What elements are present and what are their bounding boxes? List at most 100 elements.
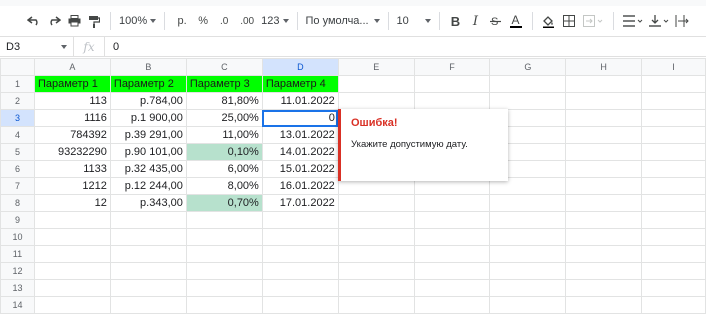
italic-button[interactable]: I	[466, 10, 486, 32]
cell[interactable]	[337, 92, 415, 110]
cell[interactable]	[337, 262, 415, 280]
cell[interactable]	[33, 279, 111, 297]
cell[interactable]	[413, 92, 491, 110]
row-header[interactable]: 11	[0, 245, 35, 263]
font-size-select[interactable]: 10	[395, 10, 433, 32]
zoom-select[interactable]: 100%	[117, 10, 158, 32]
decrease-decimal-button[interactable]: .0	[213, 10, 235, 32]
currency-format-button[interactable]: р.	[171, 10, 193, 32]
cell[interactable]	[33, 262, 111, 280]
cell[interactable]	[337, 194, 415, 212]
horizontal-align-icon[interactable]	[620, 10, 646, 32]
percent-format-button[interactable]: %	[193, 10, 213, 32]
row-header[interactable]: 12	[0, 262, 35, 280]
cell[interactable]: 1212	[33, 177, 111, 195]
cell[interactable]	[641, 211, 706, 229]
cell[interactable]: р.784,00	[109, 92, 187, 110]
cell[interactable]: Параметр 1	[33, 75, 111, 93]
cell[interactable]	[489, 228, 567, 246]
row-header[interactable]: 8	[0, 194, 35, 212]
cell[interactable]	[413, 245, 491, 263]
cell[interactable]	[185, 245, 263, 263]
borders-icon[interactable]	[559, 10, 579, 32]
row-header[interactable]: 9	[0, 211, 35, 229]
cell[interactable]	[489, 279, 567, 297]
bold-button[interactable]: B	[446, 10, 466, 32]
cell[interactable]	[33, 228, 111, 246]
cell[interactable]	[641, 194, 706, 212]
row-header-selected[interactable]: 3	[0, 109, 35, 127]
cell[interactable]	[565, 177, 643, 195]
cell[interactable]	[337, 296, 415, 314]
cell[interactable]	[489, 92, 567, 110]
formula-input[interactable]: 0	[113, 41, 119, 53]
cell[interactable]	[261, 279, 339, 297]
cell[interactable]	[641, 143, 706, 161]
name-box[interactable]: D3	[0, 37, 74, 56]
cell[interactable]: 17.01.2022	[261, 194, 339, 212]
cell[interactable]	[185, 262, 263, 280]
active-cell[interactable]: 0	[261, 109, 339, 127]
cell[interactable]	[565, 262, 643, 280]
cell[interactable]: р.90 101,00	[109, 143, 187, 161]
cell[interactable]	[641, 279, 706, 297]
cell[interactable]	[109, 211, 187, 229]
increase-decimal-button[interactable]: .00	[235, 10, 259, 32]
merge-cells-icon[interactable]	[579, 10, 607, 32]
cell[interactable]	[641, 75, 706, 93]
cell[interactable]	[185, 228, 263, 246]
cell[interactable]: р.32 435,00	[109, 160, 187, 178]
row-header[interactable]: 4	[0, 126, 35, 144]
cell[interactable]	[565, 92, 643, 110]
cell[interactable]	[565, 228, 643, 246]
cell[interactable]: 14.01.2022	[261, 143, 339, 161]
cell[interactable]	[109, 279, 187, 297]
text-wrap-icon[interactable]	[672, 10, 694, 32]
cell[interactable]: 6,00%	[185, 160, 263, 178]
cell[interactable]: 15.01.2022	[261, 160, 339, 178]
cell[interactable]: 1133	[33, 160, 111, 178]
column-header[interactable]: G	[489, 58, 567, 76]
cell[interactable]	[641, 92, 706, 110]
cell[interactable]: р.1 900,00	[109, 109, 187, 127]
cell[interactable]	[337, 75, 415, 93]
cell[interactable]	[337, 211, 415, 229]
cell[interactable]	[489, 194, 567, 212]
cell[interactable]	[185, 279, 263, 297]
cell[interactable]	[413, 211, 491, 229]
print-icon[interactable]	[64, 10, 84, 32]
paint-format-icon[interactable]	[84, 10, 104, 32]
cell[interactable]	[413, 262, 491, 280]
cell[interactable]	[641, 296, 706, 314]
cell[interactable]	[641, 177, 706, 195]
cell[interactable]: 8,00%	[185, 177, 263, 195]
text-color-button[interactable]: A	[506, 10, 526, 32]
cell[interactable]	[489, 296, 567, 314]
cell[interactable]	[109, 228, 187, 246]
cell[interactable]	[641, 228, 706, 246]
cell[interactable]: 11,00%	[185, 126, 263, 144]
column-header[interactable]: A	[33, 58, 111, 76]
cell[interactable]: 11.01.2022	[261, 92, 339, 110]
vertical-align-icon[interactable]	[646, 10, 672, 32]
cell[interactable]	[33, 245, 111, 263]
cell[interactable]	[413, 279, 491, 297]
cell[interactable]	[565, 143, 643, 161]
column-header-selected[interactable]: D	[261, 58, 339, 76]
cell[interactable]	[261, 262, 339, 280]
row-header[interactable]: 10	[0, 228, 35, 246]
cell[interactable]	[565, 194, 643, 212]
cell[interactable]: 16.01.2022	[261, 177, 339, 195]
cell[interactable]: 784392	[33, 126, 111, 144]
cell[interactable]	[489, 245, 567, 263]
spreadsheet-grid[interactable]: A B C D E F G H I 1 Параметр 1 Параметр …	[0, 58, 706, 314]
cell[interactable]	[641, 160, 706, 178]
cell[interactable]: 113	[33, 92, 111, 110]
cell[interactable]	[565, 279, 643, 297]
cell-highlighted[interactable]: 0,10%	[185, 143, 263, 161]
cell[interactable]: р.343,00	[109, 194, 187, 212]
cell[interactable]	[565, 245, 643, 263]
row-header[interactable]: 13	[0, 279, 35, 297]
cell[interactable]	[261, 211, 339, 229]
cell[interactable]	[109, 245, 187, 263]
